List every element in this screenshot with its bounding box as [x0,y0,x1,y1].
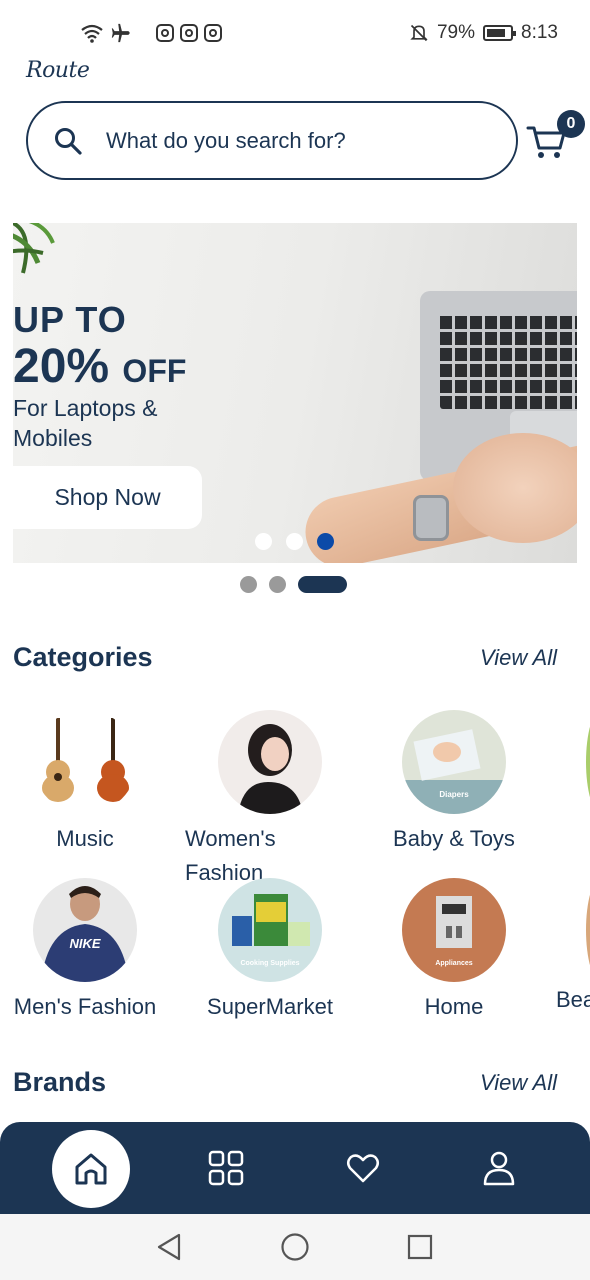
category-image [33,710,137,814]
nav-home[interactable] [52,1130,130,1208]
category-image-caption: NIKE [69,936,101,951]
promo-banner[interactable]: UP TO 20% OFF For Laptops & Mobiles Shop… [13,223,577,563]
category-image [218,710,322,814]
pager-dot[interactable] [240,576,257,593]
category-image: Appliances [402,878,506,982]
bell-off-icon [410,24,428,42]
category-supermarket[interactable]: Cooking Supplies SuperMarket [185,878,355,1024]
heart-icon[interactable] [345,1150,381,1186]
category-baby-toys[interactable]: Diapers Baby & Toys [369,710,539,856]
slide-dot[interactable] [255,533,272,550]
category-label: Baby & Toys [393,826,515,851]
clock: 8:13 [521,22,558,43]
category-image-caption: Diapers [439,790,469,799]
status-bar: 79% 8:13 [0,0,590,60]
category-label: Music [56,826,114,851]
pager-dot[interactable] [269,576,286,593]
instagram-icon [180,24,198,42]
wifi-icon [81,24,103,43]
cart-badge: 0 [557,110,585,138]
banner-subtitle: For Laptops & Mobiles [13,395,158,451]
search-input[interactable] [106,121,496,161]
battery-icon [483,25,517,41]
airplane-icon [111,23,130,43]
slide-dot-active[interactable] [317,533,334,550]
app-logo: Route [26,58,90,83]
categories-title: Categories [13,642,153,672]
category-image-caption: Appliances [435,960,473,967]
system-nav-bar [0,1214,590,1280]
banner-slide-indicator [255,533,334,550]
back-icon[interactable] [155,1232,183,1262]
instagram-icon [156,24,174,42]
shop-now-button[interactable]: Shop Now [13,466,202,529]
category-label: SuperMarket [207,994,333,1019]
carousel-pager [240,576,347,593]
home-icon[interactable] [71,1149,111,1189]
guitar-icon [42,718,129,802]
category-image: Diapers [402,710,506,814]
plant-decoration [13,223,55,274]
category-home[interactable]: Appliances Home [369,878,539,1024]
category-mens-fashion[interactable]: NIKE Men's Fashion [0,878,170,1024]
pager-dot-active[interactable] [298,576,347,593]
battery-percent: 79% [436,22,476,43]
categories-view-all-link[interactable]: View All [480,645,557,671]
category-image-caption: Cooking Supplies [240,960,300,967]
person-icon[interactable] [481,1150,517,1186]
bottom-nav [0,1122,590,1214]
slide-dot[interactable] [286,533,303,550]
category-label-partial[interactable]: Bea [556,987,590,1013]
category-label: Men's Fashion [13,994,157,1019]
brands-title: Brands [13,1067,107,1097]
category-womens-fashion[interactable]: Women's Fashion [185,710,355,890]
category-image-partial [586,878,590,982]
instagram-icon [204,24,222,42]
search-bar[interactable] [26,101,518,180]
watch-image [413,495,449,541]
banner-discount: 20% OFF [13,340,187,393]
search-icon[interactable] [54,127,82,155]
category-music[interactable]: Music [0,710,170,856]
category-label: Home [424,994,484,1019]
category-image-partial [586,710,590,814]
category-image: Cooking Supplies [218,878,322,982]
home-circle-icon[interactable] [280,1232,310,1262]
brands-view-all-link[interactable]: View All [480,1070,557,1096]
recents-icon[interactable] [406,1233,434,1261]
category-image: NIKE [33,878,137,982]
banner-headline: UP TO [13,299,127,340]
grid-icon[interactable] [208,1150,244,1186]
